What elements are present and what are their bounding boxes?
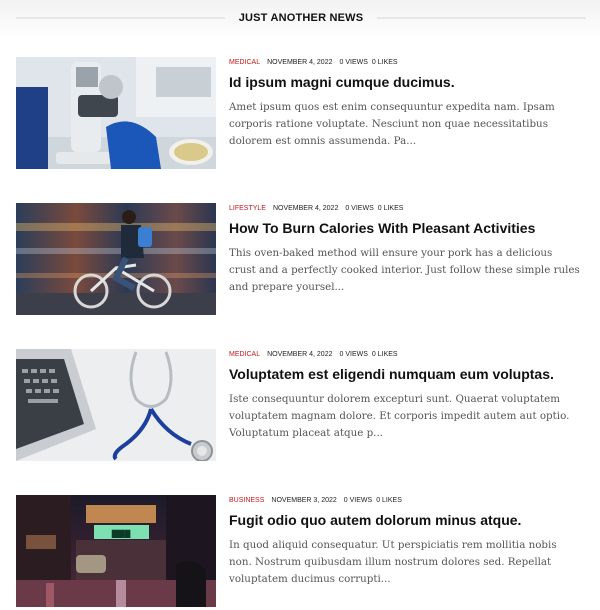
views-count: 0 VIEWS [345, 204, 374, 212]
post-meta: MEDICAL NOVEMBER 4, 2022 0 VIEWS 0 LIKES [229, 57, 586, 67]
post-title-link[interactable]: Fugit odio quo autem dolorum minus atque… [229, 512, 586, 528]
post-meta: BUSINESS NOVEMBER 3, 2022 0 VIEWS 0 LIKE… [229, 495, 586, 505]
views-count: 0 VIEWS [339, 350, 368, 358]
post-date: NOVEMBER 4, 2022 [267, 58, 333, 66]
news-post: LIFESTYLE NOVEMBER 4, 2022 0 VIEWS 0 LIK… [16, 203, 586, 315]
likes-count: 0 LIKES [376, 496, 402, 504]
post-date: NOVEMBER 4, 2022 [272, 204, 339, 212]
microscope-image [16, 57, 216, 169]
svg-text:▇▇▇: ▇▇▇ [111, 529, 131, 538]
category-link[interactable]: LIFESTYLE [229, 205, 266, 212]
post-thumbnail-stethoscope[interactable] [16, 349, 216, 461]
views-count: 0 VIEWS [343, 496, 373, 504]
category-link[interactable]: MEDICAL [229, 351, 260, 358]
header-divider-right [377, 17, 586, 19]
post-body: LIFESTYLE NOVEMBER 4, 2022 0 VIEWS 0 LIK… [229, 203, 586, 296]
post-body: MEDICAL NOVEMBER 4, 2022 0 VIEWS 0 LIKES… [229, 349, 586, 442]
post-date: NOVEMBER 3, 2022 [271, 496, 337, 504]
likes-count: 0 LIKES [377, 204, 404, 212]
post-excerpt: Iste consequuntur dolorem excepturi sunt… [229, 393, 570, 439]
views-count: 0 VIEWS [339, 58, 368, 66]
header-divider-left [16, 17, 225, 19]
post-excerpt: This oven-baked method will ensure your … [229, 247, 580, 293]
news-post: MEDICAL NOVEMBER 4, 2022 0 VIEWS 0 LIKES… [16, 349, 586, 461]
night-street-image: ▇▇▇ [16, 495, 216, 607]
post-meta: MEDICAL NOVEMBER 4, 2022 0 VIEWS 0 LIKES [229, 349, 586, 359]
post-title-link[interactable]: How To Burn Calories With Pleasant Activ… [229, 220, 586, 236]
likes-count: 0 LIKES [371, 58, 398, 66]
post-thumbnail-cyclist[interactable] [16, 203, 216, 315]
post-body: BUSINESS NOVEMBER 3, 2022 0 VIEWS 0 LIKE… [229, 495, 586, 588]
cyclist-image [16, 203, 216, 315]
post-title-link[interactable]: Id ipsum magni cumque ducimus. [229, 74, 586, 90]
category-link[interactable]: BUSINESS [229, 497, 264, 504]
post-title-link[interactable]: Voluptatem est eligendi numquam eum volu… [229, 366, 586, 382]
post-thumbnail-night-street[interactable]: ▇▇▇ [16, 495, 216, 607]
category-link[interactable]: MEDICAL [229, 59, 260, 66]
likes-count: 0 LIKES [371, 350, 398, 358]
post-thumbnail-microscope[interactable] [16, 57, 216, 169]
post-excerpt: In quod aliquid consequatur. Ut perspici… [229, 539, 557, 585]
post-date: NOVEMBER 4, 2022 [267, 350, 333, 358]
section-header: JUST ANOTHER NEWS [16, 8, 586, 28]
news-post: MEDICAL NOVEMBER 4, 2022 0 VIEWS 0 LIKES… [16, 57, 586, 169]
section-title: JUST ANOTHER NEWS [238, 12, 364, 24]
post-meta: LIFESTYLE NOVEMBER 4, 2022 0 VIEWS 0 LIK… [229, 203, 586, 213]
stethoscope-laptop-image [16, 349, 216, 461]
post-body: MEDICAL NOVEMBER 4, 2022 0 VIEWS 0 LIKES… [229, 57, 586, 150]
post-excerpt: Amet ipsum quos est enim consequuntur ex… [229, 101, 555, 147]
news-post: ▇▇▇ BUSINESS NOVEMBER 3, 2022 0 VIEWS 0 … [16, 495, 586, 607]
